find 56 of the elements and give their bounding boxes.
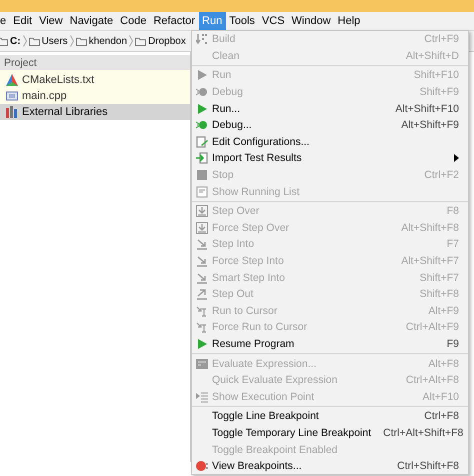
- triangle-icon: [6, 74, 18, 86]
- folder-icon: [135, 36, 146, 46]
- menu-item[interactable]: Edit: [10, 12, 36, 30]
- chevron-icon: [129, 35, 134, 47]
- menu-entry[interactable]: Edit Configurations...: [192, 134, 468, 150]
- breadcrumb[interactable]: Users: [42, 36, 68, 46]
- calculator-icon: [196, 358, 208, 370]
- breadcrumb[interactable]: Dropbox: [148, 36, 186, 46]
- chevron-icon: [70, 35, 74, 47]
- chevron-icon: [22, 35, 27, 47]
- menu-entry[interactable]: Toggle Line Breakpoint Ctrl+F8: [192, 408, 468, 425]
- step-into-icon: [196, 255, 208, 268]
- bug-icon: [196, 119, 208, 132]
- menu-item[interactable]: VCS: [258, 12, 288, 30]
- play-icon: [196, 102, 208, 115]
- panel-title: Project: [0, 55, 190, 70]
- list-icon: [196, 186, 208, 198]
- step-over-icon: [196, 222, 208, 234]
- menu-entry[interactable]: Resume Program F9: [192, 336, 468, 352]
- breakpoints-icon: [196, 460, 208, 472]
- menu-item[interactable]: Window: [288, 12, 334, 30]
- menu-item[interactable]: View: [36, 12, 66, 30]
- menu-item[interactable]: Help: [334, 12, 364, 30]
- menu-item[interactable]: Refactor: [150, 12, 199, 30]
- step-into-icon: [196, 272, 208, 284]
- cursor-icon: [196, 304, 208, 317]
- menu-entry[interactable]: Run... Alt+Shift+F10: [192, 100, 468, 117]
- step-out-icon: [196, 288, 208, 300]
- tree-item[interactable]: External Libraries: [0, 104, 190, 120]
- cpp-file-icon: [6, 90, 18, 102]
- menu-item[interactable]: e: [0, 12, 10, 30]
- menu-item[interactable]: Code: [116, 12, 150, 30]
- breadcrumb[interactable]: C:: [10, 36, 21, 46]
- import-icon: [196, 152, 208, 164]
- menu-item[interactable]: Tools: [226, 12, 258, 30]
- library-icon: [6, 106, 18, 118]
- step-into-icon: [196, 238, 208, 250]
- menu-item[interactable]: Navigate: [66, 12, 117, 30]
- menu-entry[interactable]: Debug... Alt+Shift+F9: [192, 116, 468, 134]
- build-icon: [196, 33, 208, 46]
- menu-entry[interactable]: Toggle Temporary Line Breakpoint Ctrl+Alt+Shift+F8: [192, 424, 468, 442]
- play-icon: [196, 338, 208, 350]
- stop-icon: [196, 169, 208, 182]
- menu-entry[interactable]: View Breakpoints... Ctrl+Shift+F8: [192, 458, 468, 474]
- bug-icon: [196, 86, 208, 98]
- tree-item[interactable]: CMakeLists.txt: [0, 72, 190, 88]
- tree-item[interactable]: main.cpp: [0, 88, 190, 104]
- execution-point-icon: [196, 390, 208, 403]
- play-icon: [196, 69, 208, 82]
- folder-icon: [28, 36, 40, 46]
- folder-icon: [76, 36, 87, 46]
- cursor-icon: [196, 321, 208, 334]
- menu-entry[interactable]: Import Test Results: [192, 150, 468, 167]
- breadcrumb[interactable]: khendon: [88, 36, 128, 46]
- edit-icon: [196, 136, 208, 148]
- step-over-icon: [196, 205, 208, 218]
